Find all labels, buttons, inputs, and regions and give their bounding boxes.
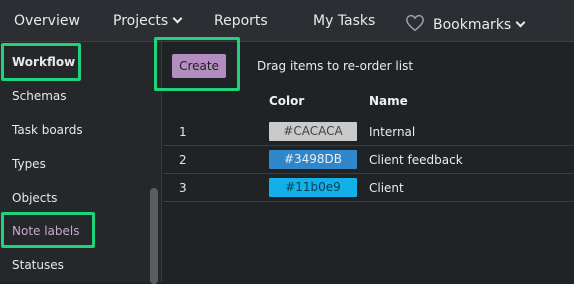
- label-name: Internal: [369, 125, 416, 139]
- row-number: 1: [179, 125, 187, 139]
- color-swatch: #CACACA: [269, 122, 357, 141]
- nav-bookmarks[interactable]: Bookmarks: [405, 11, 526, 33]
- highlight-note-labels: [1, 212, 95, 248]
- nav-reports[interactable]: Reports: [214, 11, 268, 31]
- sidebar-item-schemas[interactable]: Schemas: [12, 88, 67, 104]
- column-header-color: Color: [269, 94, 305, 108]
- nav-projects[interactable]: Projects: [113, 11, 183, 31]
- sidebar-item-objects[interactable]: Objects: [12, 190, 57, 206]
- nav-reports-label: Reports: [214, 13, 268, 29]
- create-button[interactable]: Create: [172, 54, 226, 78]
- row-number: 3: [179, 181, 187, 195]
- sidebar-item-label: Types: [12, 157, 46, 171]
- sidebar-item-task-boards[interactable]: Task boards: [12, 122, 83, 138]
- sidebar-scrollbar[interactable]: [150, 188, 158, 284]
- nav-bookmarks-label: Bookmarks: [433, 17, 512, 33]
- label-name: Client: [369, 181, 404, 195]
- nav-overview[interactable]: Overview: [14, 11, 80, 31]
- nav-projects-label: Projects: [113, 13, 169, 29]
- row-number: 2: [179, 153, 187, 167]
- nav-my-tasks-label: My Tasks: [313, 13, 376, 29]
- sidebar-item-label: Task boards: [12, 123, 83, 137]
- table-row[interactable]: 3 #11b0e9 Client: [163, 174, 574, 202]
- table-row[interactable]: 1 #CACACA Internal: [163, 118, 574, 146]
- reorder-hint: Drag items to re-order list: [257, 59, 414, 73]
- top-navigation: Overview Projects Reports My Tasks Bookm…: [0, 0, 574, 42]
- column-header-name: Name: [369, 94, 408, 108]
- heart-icon: [406, 14, 424, 32]
- sidebar-item-statuses[interactable]: Statuses: [12, 257, 64, 273]
- sidebar-item-label: Schemas: [12, 89, 67, 103]
- label-name: Client feedback: [369, 153, 463, 167]
- sidebar-item-label: Statuses: [12, 258, 64, 272]
- highlight-workflow: [1, 43, 81, 81]
- chevron-down-icon: [172, 13, 183, 24]
- sidebar-item-types[interactable]: Types: [12, 156, 46, 172]
- color-swatch: #3498DB: [269, 150, 357, 169]
- table-row[interactable]: 2 #3498DB Client feedback: [163, 146, 574, 174]
- chevron-down-icon: [515, 17, 526, 28]
- nav-my-tasks[interactable]: My Tasks: [313, 11, 375, 31]
- sidebar-item-label: Objects: [12, 191, 58, 205]
- color-swatch: #11b0e9: [269, 178, 357, 197]
- nav-overview-label: Overview: [14, 13, 80, 29]
